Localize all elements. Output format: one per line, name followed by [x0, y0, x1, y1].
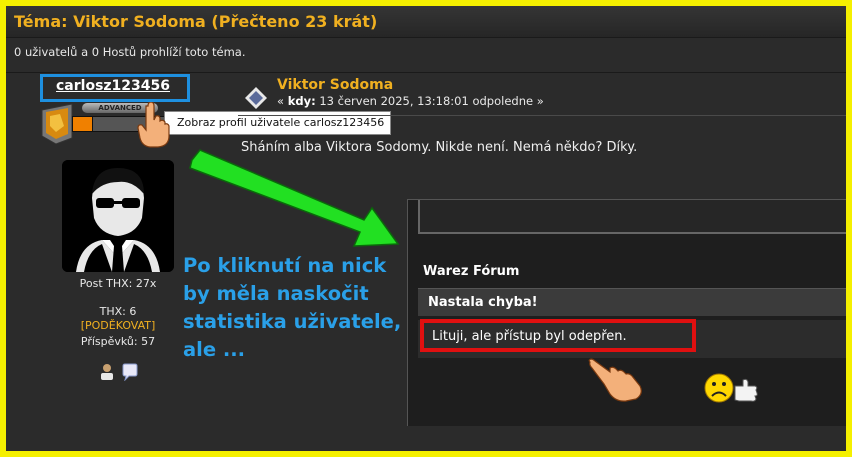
avatar — [62, 160, 174, 272]
annotation-line: by měla naskočit — [183, 282, 369, 305]
arrow-annotation-icon — [189, 149, 400, 247]
topic-title: Téma: Viktor Sodoma (Přečteno 23 krát) — [14, 12, 378, 31]
inset-forum-name: Warez Fórum — [423, 264, 520, 279]
error-message: Lituji, ale přístup byl odepřen. — [432, 329, 627, 344]
profile-mini-icons — [98, 361, 139, 382]
annotation-line: ale ... — [183, 338, 246, 361]
message-icon[interactable] — [121, 363, 139, 382]
error-screenshot-inset: Warez Fórum Nastala chyba! Lituji, ale p… — [407, 199, 846, 426]
divider — [6, 72, 846, 73]
topic-title-bar: Téma: Viktor Sodoma (Přečteno 23 krát) — [6, 6, 846, 38]
stat-post-thx: Post THX: 27x — [79, 277, 157, 290]
profile-icon[interactable] — [98, 363, 116, 381]
pointing-hand-icon — [588, 358, 642, 402]
error-heading-bar: Nastala chyba! — [418, 288, 846, 316]
author-username-link[interactable]: carlosz123456 — [56, 78, 170, 94]
hand-cursor-icon — [137, 102, 170, 148]
post-date: « kdy: 13 červen 2025, 13:18:01 odpoledn… — [277, 94, 544, 108]
stat-posts: Příspěvků: 57 — [80, 335, 156, 348]
rank-progress-fill — [72, 116, 94, 132]
forum-window: Téma: Viktor Sodoma (Přečteno 23 krát) 0… — [6, 6, 846, 451]
inset-header-box — [418, 200, 846, 234]
error-message-highlight: Lituji, ale přístup byl odepřen. — [420, 319, 696, 352]
post-icon — [245, 87, 267, 109]
error-message-row: Lituji, ale přístup byl odepřen. — [418, 319, 846, 358]
error-heading: Nastala chyba! — [428, 295, 538, 310]
date-label: kdy: — [287, 94, 316, 108]
date-prefix: « — [277, 94, 288, 108]
post-separator — [238, 115, 846, 116]
sad-smiley-icon — [704, 373, 758, 403]
thank-link[interactable]: [PODĚKOVAT] — [46, 319, 190, 332]
annotation-line: statistika uživatele, — [183, 310, 402, 333]
post-title-link[interactable]: Viktor Sodoma — [277, 77, 393, 93]
annotation-line: Po kliknutí na nick — [183, 254, 387, 277]
viewers-info: 0 uživatelů a 0 Hostů prohlíží toto téma… — [14, 45, 246, 59]
date-value: 13 červen 2025, 13:18:01 odpoledne » — [315, 94, 544, 108]
annotation-text: Po kliknutí na nick by měla naskočit sta… — [183, 252, 413, 364]
stat-thx: THX: 6 — [99, 305, 137, 318]
